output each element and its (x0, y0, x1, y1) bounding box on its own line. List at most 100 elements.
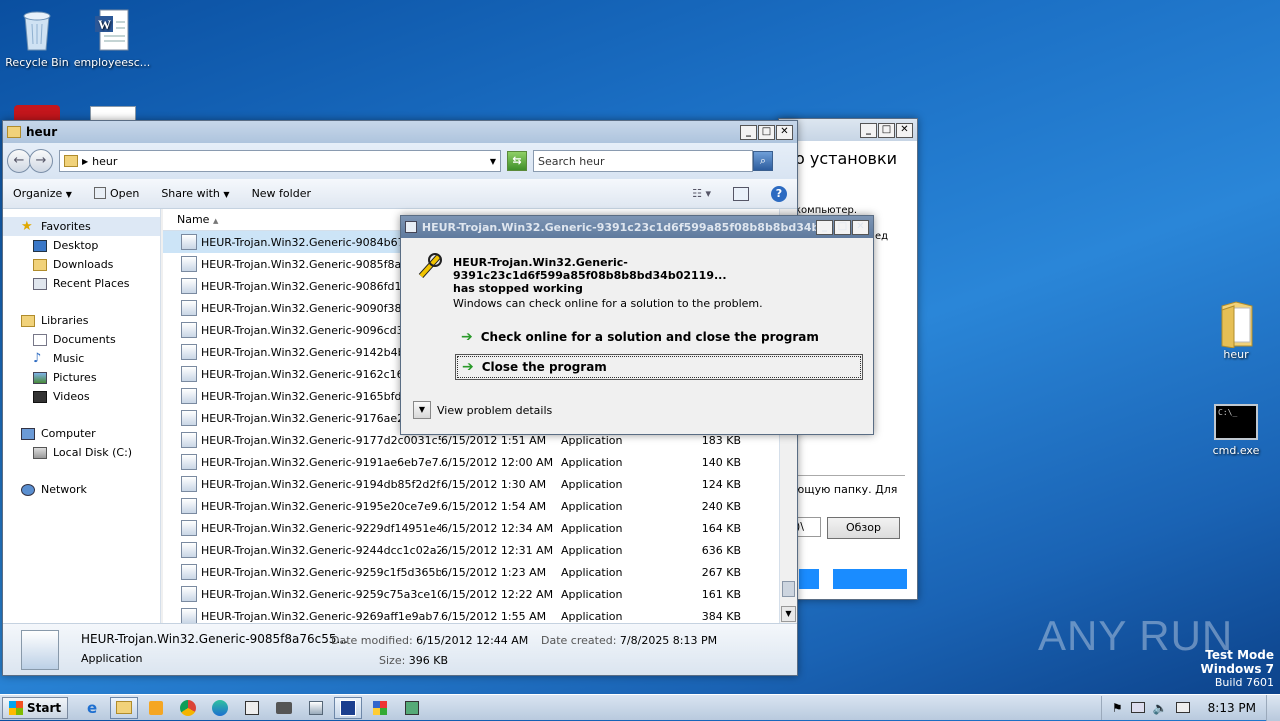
nav-videos[interactable]: Videos (3, 387, 160, 406)
open-app-icon (93, 187, 106, 199)
close-icon[interactable]: ✕ (896, 122, 913, 138)
minimize-icon[interactable]: _ (860, 122, 877, 138)
videos-icon (33, 390, 47, 403)
file-size-cell: 240 KB (701, 499, 741, 513)
dialog-titlebar[interactable]: HEUR-Trojan.Win32.Generic-9391c23c1d6f59… (401, 216, 873, 238)
check-online-button[interactable]: ➔ Check online for a solution and close t… (455, 324, 863, 350)
open-button[interactable]: Open (93, 187, 139, 200)
nav-downloads[interactable]: Downloads (3, 255, 160, 274)
file-size-cell: 124 KB (701, 477, 741, 491)
action-center-flag-icon[interactable]: ⚑ (1112, 701, 1123, 715)
network-tray-icon[interactable] (1130, 702, 1145, 713)
breadcrumb-chevron-icon[interactable]: ▶ (82, 157, 88, 166)
installer-titlebar[interactable]: _ □ ✕ (779, 119, 917, 141)
application-icon (181, 476, 197, 492)
maximize-icon[interactable]: □ (878, 122, 895, 138)
preview-pane-icon[interactable] (733, 186, 749, 201)
file-type-cell: Application (561, 455, 623, 469)
nav-computer[interactable]: Computer (3, 424, 160, 443)
nav-label: Local Disk (C:) (53, 446, 133, 459)
nav-network[interactable]: Network (3, 480, 160, 499)
maximize-icon[interactable]: □ (834, 219, 851, 235)
taskbar-app-icon[interactable] (366, 697, 394, 719)
table-row[interactable]: HEUR-Trojan.Win32.Generic-9259c1f5d365b.… (163, 561, 779, 583)
dialog-info: Windows can check online for a solution … (453, 297, 763, 310)
application-icon (181, 498, 197, 514)
volume-icon[interactable]: 🔈 (1153, 701, 1168, 715)
error-dialog[interactable]: HEUR-Trojan.Win32.Generic-9391c23c1d6f59… (400, 215, 874, 435)
taskbar-internet-explorer-icon[interactable]: e (78, 697, 106, 719)
taskbar-app-icon[interactable] (270, 697, 298, 719)
application-icon (181, 542, 197, 558)
new-folder-button[interactable]: New folder (252, 187, 311, 200)
installer-path-field[interactable]: )\ (795, 517, 821, 537)
nav-libraries[interactable]: Libraries (3, 311, 160, 330)
nav-local-disk[interactable]: Local Disk (C:) (3, 443, 160, 462)
forward-arrow-icon[interactable]: → (29, 149, 53, 173)
nav-pictures[interactable]: Pictures (3, 368, 160, 387)
table-row[interactable]: HEUR-Trojan.Win32.Generic-9259c75a3ce10.… (163, 583, 779, 605)
refresh-icon[interactable]: ⇆ (507, 151, 527, 171)
nav-music[interactable]: ♪ Music (3, 349, 160, 368)
app-error-icon (415, 250, 445, 283)
scroll-thumb[interactable] (782, 581, 795, 597)
taskbar-app-icon[interactable] (238, 697, 266, 719)
search-icon[interactable]: ⌕ (753, 151, 773, 171)
table-row[interactable]: HEUR-Trojan.Win32.Generic-9244dcc1c02a2.… (163, 539, 779, 561)
svg-text:W: W (98, 17, 111, 32)
back-arrow-icon[interactable]: ← (7, 149, 31, 173)
explorer-titlebar[interactable]: heur _ □ ✕ (3, 121, 797, 143)
start-button[interactable]: Start (2, 696, 69, 719)
view-details-toggle[interactable]: ▼ View problem details (413, 401, 552, 419)
nav-recent-places[interactable]: Recent Places (3, 274, 160, 293)
close-program-button[interactable]: ➔ Close the program (455, 354, 863, 380)
nav-documents[interactable]: Documents (3, 330, 160, 349)
dialog-title: HEUR-Trojan.Win32.Generic-9391c23c1d6f59… (421, 220, 816, 234)
desktop-icon-cmd[interactable]: C:\_ cmd.exe (1196, 404, 1276, 457)
search-input[interactable]: Search heur (538, 155, 605, 168)
browse-button[interactable]: Обзор (827, 517, 900, 539)
close-icon[interactable]: ✕ (776, 124, 793, 140)
table-row[interactable]: HEUR-Trojan.Win32.Generic-9229df14951e4.… (163, 517, 779, 539)
maximize-icon[interactable]: □ (758, 124, 775, 140)
show-desktop-button[interactable] (1266, 694, 1280, 721)
nav-label: Videos (53, 390, 90, 403)
desktop-icon-recycle-bin[interactable]: Recycle Bin (0, 8, 77, 69)
taskbar-media-player-icon[interactable] (142, 697, 170, 719)
nav-label: Network (41, 483, 87, 496)
desktop-icon-employees[interactable]: W employeesc... (72, 8, 152, 69)
organize-menu[interactable]: Organize ▼ (13, 187, 72, 200)
share-with-menu[interactable]: Share with ▼ (161, 187, 229, 200)
taskbar-app-icon[interactable] (398, 697, 426, 719)
nav-label: Computer (41, 427, 96, 440)
table-row[interactable]: HEUR-Trojan.Win32.Generic-9191ae6eb7e7..… (163, 451, 779, 473)
view-options-icon[interactable]: ☷ ▾ (692, 187, 711, 200)
taskbar-explorer-icon[interactable] (110, 696, 139, 719)
documents-icon (33, 333, 47, 346)
close-icon[interactable]: ✕ (852, 219, 869, 235)
minimize-icon[interactable]: _ (816, 219, 833, 235)
keyboard-tray-icon[interactable] (1175, 702, 1190, 713)
scroll-down-arrow-icon[interactable]: ▼ (781, 606, 796, 622)
installer-window-controls: _ □ ✕ (860, 122, 913, 138)
nav-desktop[interactable]: Desktop (3, 236, 160, 255)
address-bar[interactable]: ▶ heur ▼ (59, 150, 501, 172)
address-dropdown-icon[interactable]: ▼ (490, 157, 496, 166)
nav-favorites[interactable]: ★ Favorites (3, 217, 160, 236)
table-row[interactable]: HEUR-Trojan.Win32.Generic-9195e20ce7e9..… (163, 495, 779, 517)
help-icon[interactable]: ? (771, 185, 787, 202)
window-title: heur (26, 125, 58, 139)
downloads-icon (33, 258, 47, 271)
taskbar-edge-icon[interactable] (206, 697, 234, 719)
taskbar-chrome-icon[interactable] (174, 697, 202, 719)
minimize-icon[interactable]: _ (740, 124, 757, 140)
column-name-label: Name (177, 213, 210, 226)
nav-label: Favorites (41, 220, 91, 233)
taskbar-app-icon[interactable] (302, 697, 330, 719)
taskbar-app-icon[interactable] (334, 696, 363, 719)
table-row[interactable]: HEUR-Trojan.Win32.Generic-9194db85f2d2f.… (163, 473, 779, 495)
desktop-icon-heur[interactable]: heur (1196, 300, 1276, 361)
clock[interactable]: 8:13 PM (1208, 701, 1256, 715)
search-box[interactable]: Search heur (533, 150, 753, 172)
column-header-name[interactable]: Name ▲ (177, 213, 218, 226)
